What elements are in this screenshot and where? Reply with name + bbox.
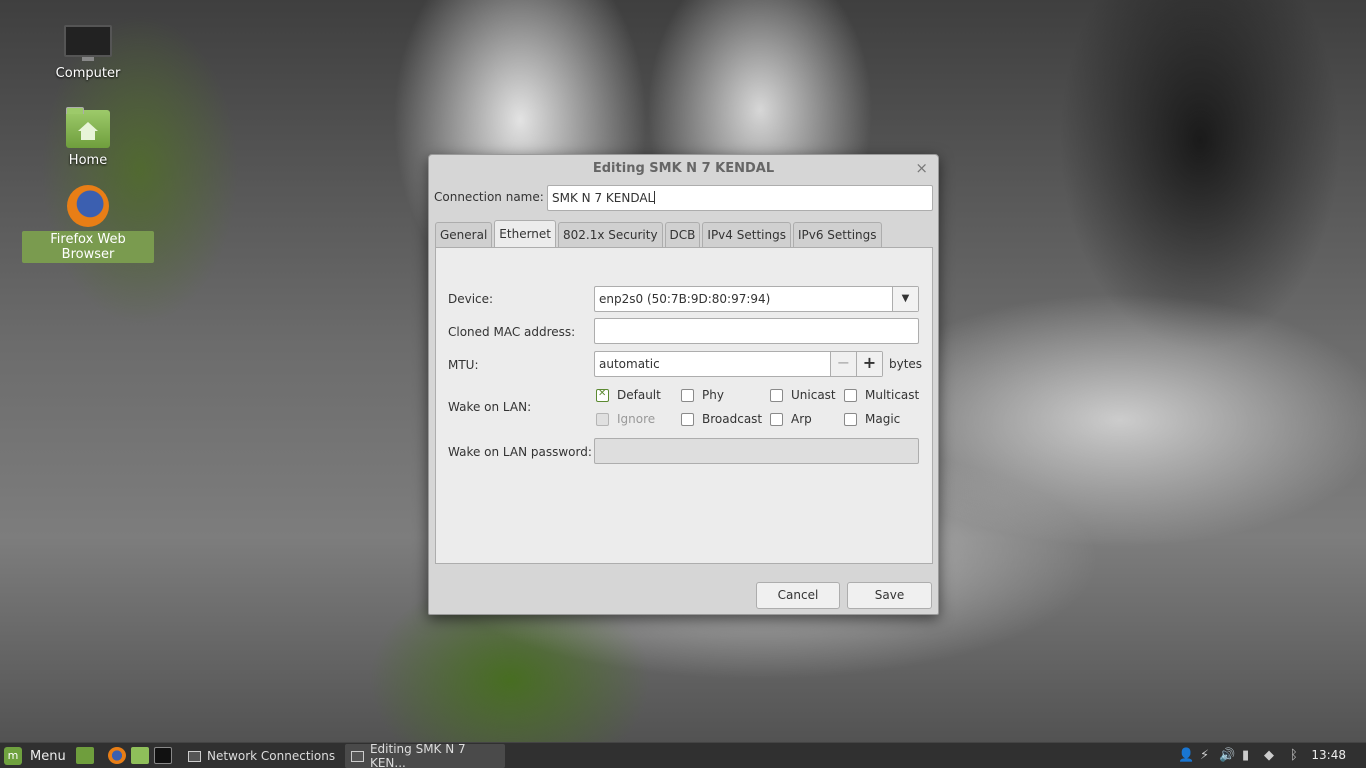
wol-arp-checkbox[interactable]: Arp xyxy=(770,412,812,426)
mtu-value: automatic xyxy=(599,357,660,371)
checkbox-label: Ignore xyxy=(617,412,656,426)
wol-ignore-checkbox: Ignore xyxy=(596,412,655,426)
tab-bar: General Ethernet 802.1x Security DCB IPv… xyxy=(435,220,884,248)
checkbox-icon xyxy=(681,388,694,402)
connection-name-label: Connection name: xyxy=(434,190,544,204)
wol-default-checkbox[interactable]: Default xyxy=(596,388,661,402)
checkbox-label: Broadcast xyxy=(702,412,763,426)
taskbar-window-network-connections[interactable]: Network Connections xyxy=(182,744,340,768)
user-icon[interactable]: 👤 xyxy=(1178,748,1194,763)
tab-general[interactable]: General xyxy=(435,222,493,248)
checkbox-icon xyxy=(596,412,609,426)
wol-unicast-checkbox[interactable]: Unicast xyxy=(770,388,836,402)
mtu-spinner[interactable]: automatic − + xyxy=(594,351,883,377)
mtu-label: MTU: xyxy=(448,358,479,372)
desktop-icon-home[interactable]: Home xyxy=(22,107,154,169)
checkbox-icon xyxy=(770,412,783,426)
tab-ethernet[interactable]: Ethernet xyxy=(494,220,556,248)
cloned-mac-label: Cloned MAC address: xyxy=(448,325,576,339)
checkbox-label: Default xyxy=(617,388,661,402)
checkbox-label: Multicast xyxy=(865,388,920,402)
mtu-unit: bytes xyxy=(889,357,923,371)
window-icon xyxy=(188,750,201,762)
firefox-launcher-icon[interactable] xyxy=(108,747,126,764)
desktop-icon-firefox[interactable]: Firefox Web Browser xyxy=(22,185,154,263)
dialog-titlebar[interactable]: Editing SMK N 7 KENDAL × xyxy=(429,155,938,182)
wol-broadcast-checkbox[interactable]: Broadcast xyxy=(681,412,762,426)
device-select[interactable]: enp2s0 (50:7B:9D:80:97:94) ▼ xyxy=(594,286,919,312)
wol-password-label: Wake on LAN password: xyxy=(448,445,592,459)
network-icon[interactable]: ⚡ xyxy=(1200,748,1209,763)
connection-name-value: SMK N 7 KENDAL xyxy=(552,191,655,205)
save-button[interactable]: Save xyxy=(847,582,932,609)
checkbox-icon xyxy=(596,388,609,402)
computer-icon xyxy=(64,25,112,61)
close-icon[interactable]: × xyxy=(915,155,928,182)
wol-password-input xyxy=(594,438,919,464)
tab-8021x-security[interactable]: 802.1x Security xyxy=(558,222,663,248)
checkbox-icon xyxy=(770,388,783,402)
bluetooth-icon[interactable]: ᛒ xyxy=(1290,748,1298,763)
connection-name-input[interactable]: SMK N 7 KENDAL xyxy=(547,185,933,211)
volume-icon[interactable]: 🔊 xyxy=(1219,748,1235,763)
firefox-icon xyxy=(67,185,109,227)
desktop-icon-label: Home xyxy=(68,153,108,168)
checkbox-label: Phy xyxy=(702,388,724,402)
device-value: enp2s0 (50:7B:9D:80:97:94) xyxy=(599,292,771,306)
cancel-button[interactable]: Cancel xyxy=(756,582,840,609)
menu-label: Menu xyxy=(30,748,66,764)
tab-dcb[interactable]: DCB xyxy=(664,222,701,248)
taskbar-window-label: Editing SMK N 7 KEN... xyxy=(369,742,466,768)
desktop-icon-label: Computer xyxy=(55,66,121,81)
checkbox-icon xyxy=(844,388,857,402)
wol-multicast-checkbox[interactable]: Multicast xyxy=(844,388,919,402)
checkbox-label: Magic xyxy=(865,412,901,426)
files-launcher-icon[interactable] xyxy=(131,747,149,764)
terminal-launcher-icon[interactable] xyxy=(154,747,172,764)
mint-logo-icon: m xyxy=(4,747,22,765)
checkbox-label: Arp xyxy=(791,412,812,426)
cloned-mac-input[interactable] xyxy=(594,318,919,344)
taskbar-window-editing[interactable]: Editing SMK N 7 KEN... xyxy=(345,742,505,768)
wol-phy-checkbox[interactable]: Phy xyxy=(681,388,724,402)
menu-button[interactable]: m Menu xyxy=(4,746,66,766)
wol-magic-checkbox[interactable]: Magic xyxy=(844,412,900,426)
checkbox-icon xyxy=(844,412,857,426)
text-cursor xyxy=(654,191,656,204)
window-icon xyxy=(351,750,364,762)
edit-connection-dialog: Editing SMK N 7 KENDAL × Connection name… xyxy=(428,154,939,615)
device-label: Device: xyxy=(448,292,494,306)
battery-icon[interactable]: ▮ xyxy=(1242,748,1249,763)
checkbox-label: Unicast xyxy=(791,388,836,402)
plus-icon[interactable]: + xyxy=(856,352,882,376)
desktop-icon-label: Firefox Web Browser xyxy=(22,231,154,263)
wake-on-lan-label: Wake on LAN: xyxy=(448,400,532,414)
dialog-title: Editing SMK N 7 KENDAL xyxy=(592,161,775,176)
clock[interactable]: 13:48 xyxy=(1311,748,1346,762)
checkbox-icon xyxy=(681,412,694,426)
minus-icon[interactable]: − xyxy=(830,352,856,376)
chevron-down-icon[interactable]: ▼ xyxy=(892,287,918,311)
ethernet-panel: Device: enp2s0 (50:7B:9D:80:97:94) ▼ Clo… xyxy=(435,247,933,564)
connection-name-row: Connection name: SMK N 7 KENDAL xyxy=(434,185,933,211)
update-shield-icon[interactable]: ◆ xyxy=(1264,748,1274,763)
show-desktop-icon[interactable] xyxy=(76,747,94,764)
taskbar: m Menu Network Connections Editing SMK N… xyxy=(0,742,1366,768)
tab-ipv6-settings[interactable]: IPv6 Settings xyxy=(792,222,882,248)
desktop-icon-computer[interactable]: Computer xyxy=(22,25,154,82)
home-folder-icon xyxy=(66,107,110,148)
tab-ipv4-settings[interactable]: IPv4 Settings xyxy=(702,222,791,248)
taskbar-window-label: Network Connections xyxy=(207,749,336,763)
